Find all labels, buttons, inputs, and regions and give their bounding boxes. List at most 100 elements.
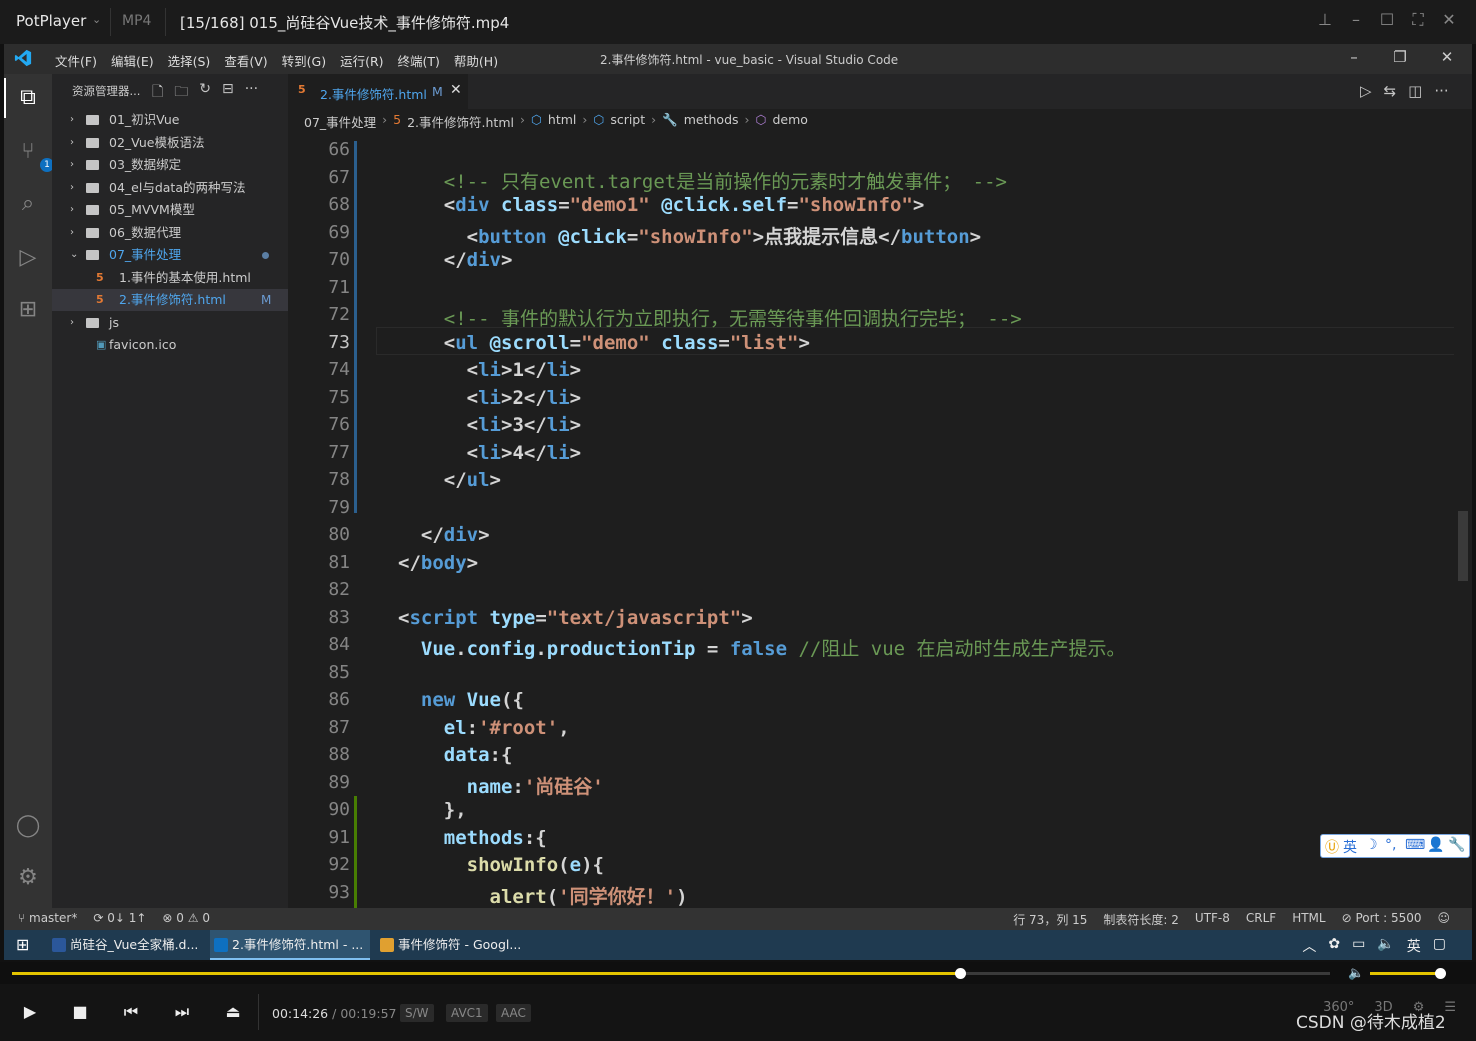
breadcrumb-item[interactable]: demo bbox=[772, 112, 807, 131]
chip-video-codec[interactable]: AVC1 bbox=[446, 1004, 488, 1022]
search-icon[interactable]: ⌕ bbox=[14, 190, 42, 218]
user-icon[interactable]: 👤 bbox=[1427, 837, 1444, 853]
run-debug-icon[interactable]: ▷ bbox=[14, 244, 42, 272]
sync-status[interactable]: ⟳ 0↓ 1↑ bbox=[93, 911, 146, 925]
chevron-right-icon[interactable]: › bbox=[70, 154, 74, 176]
account-icon[interactable]: ◯ bbox=[14, 812, 42, 840]
cursor-position[interactable]: 行 73，列 15 bbox=[1013, 911, 1087, 928]
chevron-right-icon[interactable]: › bbox=[70, 222, 74, 244]
chip-audio-codec[interactable]: AAC bbox=[496, 1004, 531, 1022]
menu-item[interactable]: 查看(V) bbox=[217, 51, 274, 70]
collapse-all-icon[interactable]: ⊟ bbox=[222, 81, 234, 105]
maximize-icon[interactable]: ☐ bbox=[1375, 10, 1399, 29]
extensions-icon[interactable]: ⊞ bbox=[14, 296, 42, 324]
chevron-right-icon[interactable]: › bbox=[70, 177, 74, 199]
speaker-icon[interactable]: 🔈 bbox=[1377, 936, 1394, 956]
run-icon[interactable]: ▷ bbox=[1360, 82, 1372, 100]
volume-icon[interactable]: 🔈 bbox=[1348, 966, 1364, 981]
tree-item[interactable]: › js bbox=[52, 312, 288, 334]
tree-item[interactable]: › 05_MVVM模型 bbox=[52, 199, 288, 221]
code-line[interactable]: name:'尚硅谷' bbox=[398, 772, 604, 799]
menu-item[interactable]: 文件(F) bbox=[48, 51, 104, 70]
source-control-icon[interactable]: ⑂ 1 bbox=[14, 138, 54, 172]
menu-item[interactable]: 转到(G) bbox=[275, 51, 333, 70]
new-folder-icon[interactable]: 🗀 bbox=[174, 81, 188, 105]
punctuation-icon[interactable]: °, bbox=[1385, 837, 1396, 853]
chevron-right-icon[interactable]: › bbox=[70, 312, 74, 334]
code-line[interactable]: <li>2</li> bbox=[398, 387, 581, 409]
taskbar-item[interactable]: 事件修饰符 - Googl... bbox=[376, 930, 532, 960]
minimize-icon[interactable]: – bbox=[1339, 48, 1369, 66]
more-icon[interactable]: ··· bbox=[245, 81, 258, 105]
breadcrumb-item[interactable]: script bbox=[610, 112, 645, 131]
volume-handle[interactable] bbox=[1435, 968, 1446, 979]
fullscreen-icon[interactable]: ⛶ bbox=[1406, 10, 1430, 30]
compare-icon[interactable]: ⇆ bbox=[1384, 82, 1397, 100]
next-icon[interactable]: ⏭ bbox=[170, 1000, 194, 1024]
branch-status[interactable]: ⑂ master* bbox=[18, 911, 77, 925]
code-line[interactable]: new Vue({ bbox=[398, 689, 524, 711]
breadcrumb-item[interactable]: 2.事件修饰符.html bbox=[407, 112, 514, 131]
wrench-icon[interactable]: 🔧 bbox=[1448, 837, 1465, 853]
line-ending[interactable]: CRLF bbox=[1246, 911, 1276, 928]
minimize-icon[interactable]: – bbox=[1344, 10, 1368, 29]
new-file-icon[interactable]: 🗋 bbox=[152, 81, 163, 105]
chevron-right-icon[interactable]: › bbox=[70, 199, 74, 221]
eject-icon[interactable]: ⏏ bbox=[221, 1000, 245, 1024]
play-icon[interactable]: ▶ bbox=[18, 1000, 42, 1024]
chevron-down-icon[interactable]: ⌄ bbox=[70, 244, 78, 266]
tree-item[interactable]: › 06_数据代理 bbox=[52, 222, 288, 244]
pin-icon[interactable]: ⊥ bbox=[1313, 10, 1337, 29]
live-server-port[interactable]: ⊘ Port : 5500 bbox=[1342, 911, 1422, 928]
code-line[interactable]: }, bbox=[398, 799, 467, 821]
indentation[interactable]: 制表符长度: 2 bbox=[1103, 911, 1179, 928]
more-icon[interactable]: ··· bbox=[1434, 82, 1448, 100]
code-line[interactable]: methods:{ bbox=[398, 827, 547, 849]
code-line[interactable]: <ul @scroll="demo" class="list"> bbox=[398, 332, 810, 354]
code-line[interactable]: <!-- 事件的默认行为立即执行，无需等待事件回调执行完毕； --> bbox=[398, 304, 1022, 331]
seek-bar[interactable]: 🔈 bbox=[0, 962, 1476, 984]
code-line[interactable]: <div class="demo1" @click.self="showInfo… bbox=[398, 194, 925, 216]
menu-item[interactable]: 运行(R) bbox=[333, 51, 390, 70]
stop-icon[interactable]: ■ bbox=[68, 1000, 92, 1024]
code-line[interactable]: </div> bbox=[398, 249, 513, 271]
volume-slider[interactable] bbox=[1370, 972, 1442, 975]
menu-item[interactable]: 选择(S) bbox=[161, 51, 218, 70]
close-tab-icon[interactable]: ✕ bbox=[450, 82, 462, 98]
code-line[interactable]: alert('同学你好！') bbox=[398, 882, 688, 909]
menu-item[interactable]: 编辑(E) bbox=[104, 51, 161, 70]
tree-item[interactable]: › 04_el与data的两种写法 bbox=[52, 177, 288, 199]
seek-handle[interactable] bbox=[955, 968, 966, 979]
chevron-right-icon[interactable]: › bbox=[70, 132, 74, 154]
code-line[interactable]: <li>3</li> bbox=[398, 414, 581, 436]
tree-item[interactable]: ⌄ 07_事件处理 bbox=[52, 244, 288, 266]
tray-lang[interactable]: 英 bbox=[1407, 936, 1421, 956]
app-tray-icon[interactable]: ✿ bbox=[1328, 936, 1340, 956]
tree-item[interactable]: › 02_Vue模板语法 bbox=[52, 132, 288, 154]
code-line[interactable]: <script type="text/javascript"> bbox=[398, 607, 753, 629]
problems-status[interactable]: ⊗ 0 ⚠ 0 bbox=[162, 911, 210, 925]
menu-icon[interactable]: ☰ bbox=[1444, 1000, 1456, 1015]
explorer-icon[interactable]: ⧉ bbox=[14, 84, 42, 112]
tree-item[interactable]: › 03_数据绑定 bbox=[52, 154, 288, 176]
chevron-up-icon[interactable]: ︿ bbox=[1302, 936, 1316, 956]
code-line[interactable]: Vue.config.productionTip = false //阻止 vu… bbox=[398, 634, 1126, 661]
keyboard-icon[interactable]: ⌨ bbox=[1405, 837, 1425, 853]
chip-sw[interactable]: S/W bbox=[400, 1004, 434, 1022]
split-editor-icon[interactable]: ◫ bbox=[1408, 82, 1422, 100]
code-line[interactable]: </div> bbox=[398, 524, 490, 546]
taskbar-item[interactable]: 2.事件修饰符.html - ... bbox=[210, 930, 370, 960]
code-line[interactable]: <button @click="showInfo">点我提示信息</button… bbox=[398, 222, 981, 249]
breadcrumb-item[interactable]: html bbox=[548, 112, 576, 131]
feedback-icon[interactable]: ☺ bbox=[1437, 911, 1450, 928]
code-line[interactable]: <li>4</li> bbox=[398, 442, 581, 464]
breadcrumb-item[interactable]: 07_事件处理 bbox=[304, 112, 376, 131]
code-line[interactable]: </body> bbox=[398, 552, 478, 574]
battery-icon[interactable]: ▭ bbox=[1352, 936, 1365, 956]
notification-icon[interactable]: ▢ bbox=[1433, 936, 1446, 956]
code-line[interactable]: <!-- 只有event.target是当前操作的元素时才触发事件； --> bbox=[398, 167, 1007, 194]
tree-item[interactable]: 5 1.事件的基本使用.html bbox=[52, 267, 288, 289]
refresh-icon[interactable]: ↻ bbox=[199, 81, 211, 105]
close-icon[interactable]: ✕ bbox=[1432, 48, 1462, 66]
player-app-name[interactable]: PotPlayer bbox=[16, 12, 86, 30]
